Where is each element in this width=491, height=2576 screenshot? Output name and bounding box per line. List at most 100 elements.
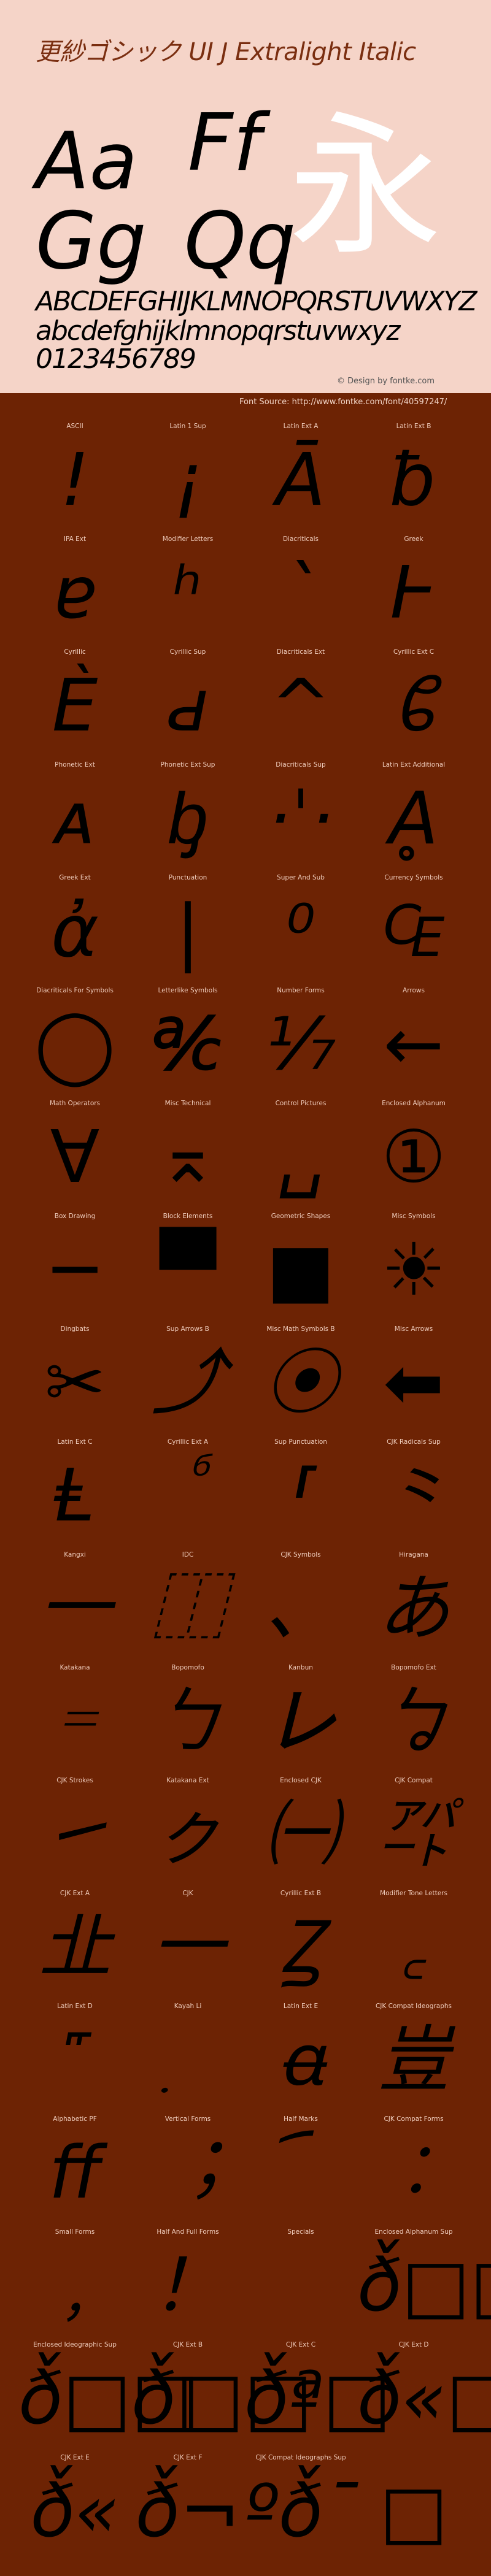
block-label: Currency Symbols [384,874,443,881]
block-cell: Bopomofo Ext ㆠ [357,1664,470,1777]
block-sample-glyph: 一 [151,1904,224,1989]
block-cell: Cyrillic Ext B Ꙁ [244,1890,357,2003]
block-cell: Kangxi ⼀ [18,1551,131,1664]
sample-ff: Ff [188,98,261,189]
block-label: Katakana [60,1664,90,1671]
digits-sample: 0123456789 [36,343,196,375]
block-sample-glyph: Ͱ [390,550,438,635]
block-cell: Enclosed Ideographic Sup ð̌□□ [18,2341,199,2454]
block-label: Sup Arrows B [166,1325,209,1333]
block-sample-glyph: ─ [53,1227,97,1312]
block-sample-glyph: ⁰ [286,889,315,973]
block-label: Latin Ext B [396,423,431,430]
block-cell: Box Drawing ─ [18,1213,131,1325]
block-cell: CJK Compat Ideographs 豈 [357,2003,470,2115]
block-label: Latin Ext E [283,2003,319,2010]
block-label: Kayah Li [174,2003,202,2010]
block-cell: Cyrillic Ѐ [18,648,131,761]
block-label: Phonetic Ext Sup [160,761,215,769]
block-sample-glyph: ꜠ [18,2023,131,2096]
font-source-link[interactable]: Font Source: http://www.fontke.com/font/… [239,397,447,407]
block-label: Kanbun [288,1664,313,1671]
block-cell: Currency Symbols ₠ [357,874,470,987]
block-cell: Sup Punctuation ⸢ [244,1438,357,1551]
block-sample-glyph: ₠ [382,889,446,973]
block-label: CJK Ext F [173,2454,203,2461]
block-cell: Kanbun ㆑ [244,1664,357,1777]
block-label: Enclosed CJK [280,1777,322,1784]
block-cell: Diacriticals ` [244,535,357,648]
block-label: Greek [404,535,423,543]
block-cell: Greek Ͱ [357,535,470,648]
block-cell: Punctuation | [131,874,244,987]
block-sample-glyph: ⸢ [286,1453,315,1538]
block-label: CJK Compat Forms [384,2115,444,2123]
block-sample-glyph: 豈 [377,2017,450,2102]
block-cell: Enclosed Alphanum Sup ð̌□□ [357,2228,491,2341]
block-cell: Letterlike Symbols ℀ [131,987,244,1100]
block-cell: Greek Ext ἀ [18,874,131,987]
block-cell: ASCII! [18,423,131,535]
block-cell: Latin 1 Sup ¡ [131,423,244,535]
block-sample-glyph: Ꙁ [279,1904,322,1989]
block-cell: CJK Compat Ideographs Sup ºð̌¯ [244,2454,359,2567]
block-label: Half Marks [284,2115,318,2123]
block-label: Small Forms [55,2228,95,2236]
block-cell: Hiragana あ [357,1551,470,1664]
block-sample-glyph: ð̌□□ [131,2356,313,2440]
block-label: Latin Ext D [57,2003,93,2010]
block-cell: Misc Symbols ☀ [357,1213,470,1325]
block-label: Latin Ext A [283,423,319,430]
block-sample-glyph: ᶀ [168,776,208,861]
block-label: ASCII [66,423,83,430]
block-label: CJK Compat Ideographs [375,2003,452,2010]
block-cell: CJK Ext C ð̌ª□ [244,2341,391,2454]
block-cell: CJK Ext E ð̌« [18,2454,131,2567]
block-label: Modifier Tone Letters [380,1890,447,1897]
block-cell: CJK Strokes ㇀ [18,1777,131,1890]
block-cell: Latin Ext E ꬰ [244,2003,357,2115]
block-cell: Bopomofo ㄅ [131,1664,244,1777]
block-cell: Half And Full Forms ！ [131,2228,244,2341]
block-cell: Super And Sub ⁰ [244,874,357,987]
block-cell: Block Elements ▀ [131,1213,244,1325]
block-label: Kangxi [64,1551,86,1558]
block-cell: Number Forms ⅐ [244,987,357,1100]
block-sample-glyph: ✂ [44,1340,106,1425]
block-sample-glyph: ꜀ [401,1904,427,1989]
block-label: Latin Ext Additional [382,761,446,769]
block-sample-glyph: ﹐ [38,2243,111,2328]
block-sample-glyph: ⦿ [264,1340,337,1425]
block-cell: Geometric Shapes ■ [244,1213,357,1325]
sample-qq: Qq [184,196,296,287]
block-sample-glyph: ㈠ [264,1792,337,1876]
block-cell: Arrows ← [357,987,470,1100]
block-sample-glyph: ` [282,550,319,635]
block-cell: Katakana ゠ [18,1664,131,1777]
block-sample-glyph: ␣ [277,1114,324,1199]
sample-aa: Aa [36,116,137,207]
block-label: CJK Ext D [398,2341,429,2348]
block-sample-glyph: ¡ [173,437,203,522]
block-label: CJK Ext B [172,2341,203,2348]
block-label: Cyrillic Ext A [167,1438,209,1446]
block-cell: IPA Ext ɐ [18,535,131,648]
block-label: CJK Ext C [285,2341,316,2348]
block-sample-glyph: ƀ [390,437,437,522]
block-cell: CJK Ext F ð̌¬ [131,2454,244,2567]
block-cell: Cyrillic Ext C ᲀ [357,648,470,761]
block-sample-glyph: ← [383,1002,444,1086]
block-sample-glyph: ㄅ [151,1679,224,1763]
font-preview-header: 更紗ゴシック UI J Extralight Italic Aa Ff Gg Q… [0,0,491,393]
block-sample-glyph: ∀ [50,1114,100,1199]
block-label: CJK Radicals Sup [387,1438,441,1446]
block-cell: Cyrillic Ext Aⷠ [131,1438,244,1551]
block-sample-glyph: ゠ [38,1679,111,1763]
block-cell: Small Forms ﹐ [18,2228,131,2341]
block-label: Modifier Letters [162,535,214,543]
block-sample-glyph: ！ [151,2243,224,2328]
block-label: Hiragana [399,1551,428,1558]
block-cell: CJK 一 [131,1890,244,2003]
block-label: Enclosed Ideographic Sup [33,2341,117,2348]
block-cell: CJK Compat ㌀ [357,1777,470,1890]
